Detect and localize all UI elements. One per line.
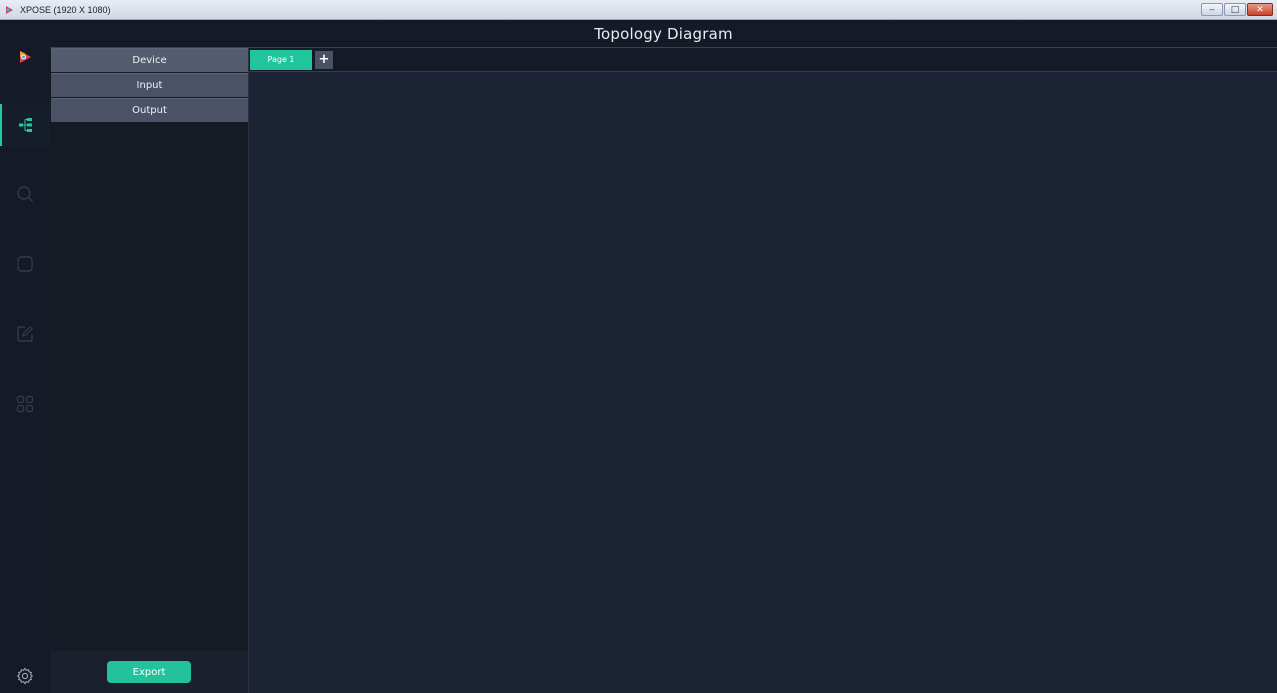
logo-play-icon: [20, 51, 31, 63]
grid-icon: [16, 395, 34, 413]
minimize-icon: ‒: [1209, 4, 1215, 15]
topology-icon: [19, 118, 32, 132]
sidebar-tab-output[interactable]: Output: [51, 98, 248, 122]
rail-edit[interactable]: [0, 318, 50, 350]
rail-grid[interactable]: [0, 388, 50, 420]
close-icon: ✕: [1256, 4, 1264, 15]
maximize-icon: □: [1230, 4, 1240, 15]
add-page-button[interactable]: +: [315, 50, 333, 69]
sidebar-tab-input[interactable]: Input: [51, 73, 248, 97]
window-titlebar: XPOSE (1920 X 1080) ‒ □ ✕: [0, 0, 1277, 20]
sidebar-tab-device[interactable]: Device: [51, 48, 248, 72]
rail-logo[interactable]: [0, 42, 50, 72]
maximize-button[interactable]: □: [1224, 3, 1246, 16]
layer-icon: [17, 256, 33, 272]
rail-topology[interactable]: [0, 104, 50, 146]
topology-canvas[interactable]: [249, 73, 1277, 693]
page-title: Topology Diagram: [594, 24, 733, 43]
rail-settings[interactable]: [0, 664, 50, 688]
window-title: XPOSE (1920 X 1080): [20, 4, 111, 15]
sidebar-footer: Export: [50, 651, 248, 693]
rail-search[interactable]: [0, 178, 50, 210]
close-button[interactable]: ✕: [1247, 3, 1273, 16]
rail-layer[interactable]: [0, 248, 50, 280]
search-icon: [17, 186, 33, 202]
app-header: Topology Diagram: [50, 20, 1277, 48]
icon-rail: [0, 20, 50, 693]
export-button[interactable]: Export: [107, 661, 191, 683]
page-tabs: Page 1 +: [249, 48, 1277, 72]
edit-icon: [17, 326, 33, 342]
app-logo-icon: [4, 5, 14, 15]
tab-page-1[interactable]: Page 1: [250, 49, 312, 70]
sidebar: Device Input Output Export: [50, 48, 249, 693]
settings-icon: [16, 667, 34, 685]
minimize-button[interactable]: ‒: [1201, 3, 1223, 16]
canvas-area: Page 1 +: [249, 48, 1277, 693]
